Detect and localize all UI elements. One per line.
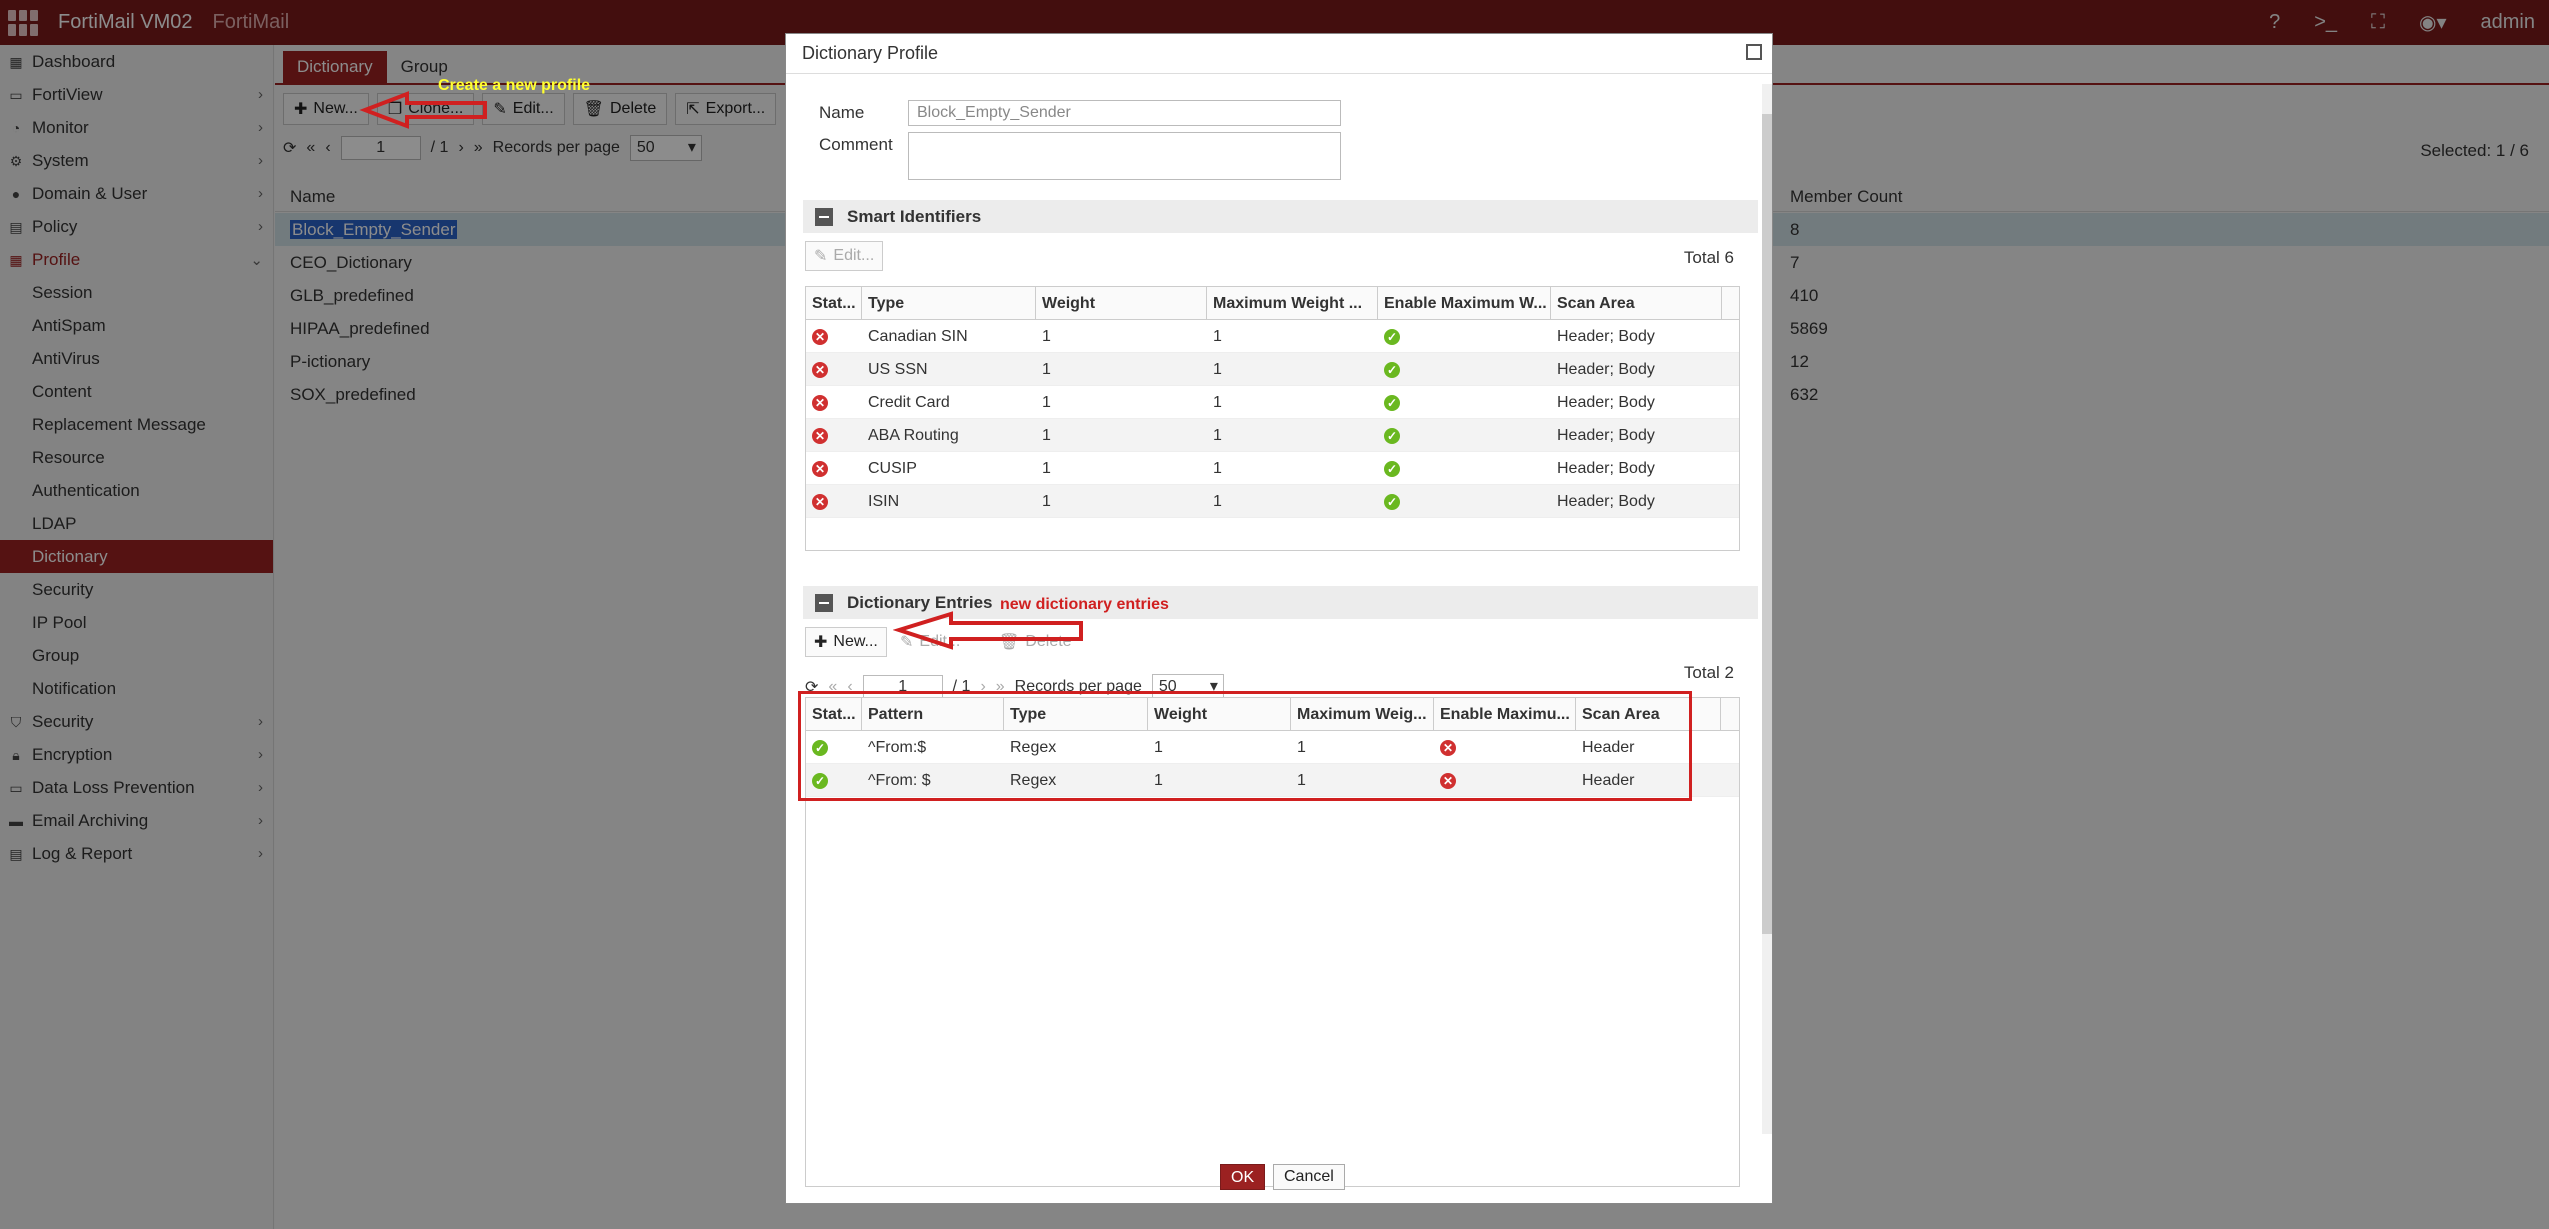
comment-field[interactable] bbox=[908, 132, 1341, 180]
table-row[interactable]: ✕ ISIN 1 1 ✓ Header; Body bbox=[806, 485, 1739, 518]
comment-label: Comment bbox=[819, 135, 893, 154]
smart-identifiers-table: Stat... Type Weight Maximum Weight ... E… bbox=[805, 286, 1740, 551]
disabled-status-icon: ✕ bbox=[812, 493, 828, 510]
cancel-button[interactable]: Cancel bbox=[1273, 1164, 1345, 1190]
plus-icon: ✚ bbox=[814, 634, 828, 651]
enabled-check-icon: ✓ bbox=[1384, 427, 1400, 444]
enabled-check-icon: ✓ bbox=[1384, 493, 1400, 510]
enabled-check-icon: ✓ bbox=[1384, 394, 1400, 411]
column-scan-area[interactable]: Scan Area bbox=[1551, 287, 1722, 320]
table-row[interactable]: ✕ Credit Card 1 1 ✓ Header; Body bbox=[806, 386, 1739, 419]
dialog-title: Dictionary Profile bbox=[802, 43, 939, 63]
dialog-scrollbar[interactable] bbox=[1762, 84, 1772, 1134]
name-field[interactable]: Block_Empty_Sender bbox=[908, 100, 1341, 126]
table-row[interactable]: ✕ ABA Routing 1 1 ✓ Header; Body bbox=[806, 419, 1739, 452]
highlight-box bbox=[798, 691, 1692, 801]
annotation-arrow-icon bbox=[893, 611, 1083, 650]
table-header: Stat... Type Weight Maximum Weight ... E… bbox=[806, 287, 1739, 320]
table-row[interactable]: ✕ Canadian SIN 1 1 ✓ Header; Body bbox=[806, 320, 1739, 353]
column-type[interactable]: Type bbox=[862, 287, 1036, 320]
disabled-status-icon: ✕ bbox=[812, 460, 828, 477]
column-max-weight[interactable]: Maximum Weight ... bbox=[1207, 287, 1378, 320]
column-weight[interactable]: Weight bbox=[1036, 287, 1207, 320]
table-row[interactable]: ✕ CUSIP 1 1 ✓ Header; Body bbox=[806, 452, 1739, 485]
disabled-status-icon: ✕ bbox=[812, 427, 828, 444]
disabled-status-icon: ✕ bbox=[812, 328, 828, 345]
smart-edit-button[interactable]: ✎ Edit... bbox=[805, 241, 884, 271]
table-row[interactable]: ✕ US SSN 1 1 ✓ Header; Body bbox=[806, 353, 1739, 386]
maximize-icon[interactable] bbox=[1746, 44, 1762, 60]
collapse-icon[interactable] bbox=[815, 207, 833, 226]
dialog-header: Dictionary Profile bbox=[786, 34, 1772, 74]
entries-total: Total 2 bbox=[1683, 663, 1734, 682]
disabled-status-icon: ✕ bbox=[812, 361, 828, 378]
name-label: Name bbox=[819, 103, 865, 122]
annotation-arrow-icon bbox=[359, 91, 487, 129]
enabled-check-icon: ✓ bbox=[1384, 361, 1400, 378]
enabled-check-icon: ✓ bbox=[1384, 328, 1400, 345]
enabled-check-icon: ✓ bbox=[1384, 460, 1400, 477]
collapse-icon[interactable] bbox=[815, 593, 833, 612]
edit-icon: ✎ bbox=[814, 248, 828, 265]
disabled-status-icon: ✕ bbox=[812, 394, 828, 411]
column-status[interactable]: Stat... bbox=[806, 287, 862, 320]
entries-new-button[interactable]: ✚ New... bbox=[805, 627, 887, 657]
smart-identifiers-section[interactable]: Smart Identifiers bbox=[803, 200, 1758, 233]
ok-button[interactable]: OK bbox=[1220, 1164, 1266, 1190]
column-enable-max-weight[interactable]: Enable Maximum W... bbox=[1378, 287, 1551, 320]
smart-total: Total 6 bbox=[1683, 248, 1734, 267]
